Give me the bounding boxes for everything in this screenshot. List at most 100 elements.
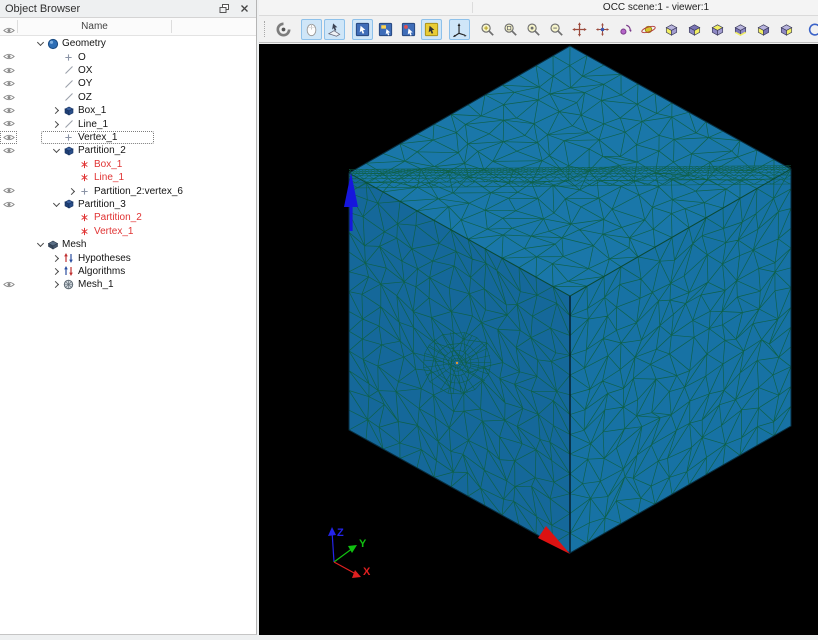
tree-item-label: Partition_3: [78, 198, 126, 211]
tree-row-mesh[interactable]: Mesh: [0, 238, 256, 251]
expander-closed-icon[interactable]: [66, 185, 78, 197]
line-icon: [62, 78, 75, 90]
rotate-counterclockwise-button[interactable]: [804, 19, 818, 40]
tree-item-label: OY: [78, 77, 92, 90]
mesh-icon: [62, 279, 75, 291]
tree-column-header: Name: [0, 18, 256, 36]
dump-view-button[interactable]: [273, 19, 294, 40]
expander-spacer: [50, 51, 62, 63]
tree-item-label: Mesh_1: [78, 278, 114, 291]
back-view-button[interactable]: [684, 19, 705, 40]
viewer-title-bar[interactable]: OCC scene:1 - viewer:1: [259, 0, 818, 16]
zoom-button[interactable]: [546, 19, 567, 40]
tree-row-hypotheses[interactable]: Hypotheses: [0, 251, 256, 264]
tree-row-partition-3[interactable]: Partition_3: [0, 198, 256, 211]
right-view-button[interactable]: [776, 19, 797, 40]
tree-indent: [18, 177, 66, 178]
expander-spacer: [66, 158, 78, 170]
box-icon: [62, 145, 75, 157]
front-view-button[interactable]: [661, 19, 682, 40]
expander-closed-icon[interactable]: [50, 279, 62, 291]
ref-icon: [78, 225, 91, 237]
tree-indent: [18, 258, 50, 259]
enable-preselection-button[interactable]: [352, 19, 373, 40]
dynamic-highlight-button[interactable]: [421, 19, 442, 40]
tree-row-line-1[interactable]: Line_1: [0, 117, 256, 130]
tree-row-o[interactable]: O: [0, 50, 256, 63]
expander-open-icon[interactable]: [50, 198, 62, 210]
tree-indent: [18, 97, 50, 98]
tree-indent: [18, 57, 50, 58]
left-view-button[interactable]: [753, 19, 774, 40]
top-view-button[interactable]: [707, 19, 728, 40]
line-icon: [62, 91, 75, 103]
bottom-view-button[interactable]: [730, 19, 751, 40]
name-column-header[interactable]: Name: [18, 21, 171, 32]
axis-z-label: Z: [337, 527, 344, 539]
axis-y-label: Y: [359, 538, 367, 550]
rotation-button[interactable]: [638, 19, 659, 40]
global-panning-button[interactable]: [592, 19, 613, 40]
standard-highlight-button[interactable]: [398, 19, 419, 40]
interaction-style-button[interactable]: [301, 19, 322, 40]
tree-item-label: Line_1: [78, 118, 108, 131]
tree-item-label: Vertex_1: [94, 225, 133, 238]
algo-icon: [62, 265, 75, 277]
enable-selection-button[interactable]: [375, 19, 396, 40]
axis-x-label: X: [363, 566, 371, 578]
tree-item-label: Hypotheses: [78, 252, 131, 265]
expander-spacer: [50, 64, 62, 76]
selection-style-button[interactable]: [324, 19, 345, 40]
tree-indent: [18, 70, 50, 71]
close-icon[interactable]: [238, 2, 251, 15]
tree-row-geometry[interactable]: Geometry: [0, 37, 256, 50]
rotate-at-point-button[interactable]: [615, 19, 636, 40]
object-browser-tree: GeometryOOXOYOZBox_1Line_1Vertex_1Partit…: [0, 37, 256, 634]
toolbar-grip[interactable]: [264, 21, 268, 37]
tree-row-line-1[interactable]: Line_1: [0, 171, 256, 184]
tree-row-oy[interactable]: OY: [0, 77, 256, 90]
expander-open-icon[interactable]: [34, 239, 46, 251]
refinement-vertex: [456, 362, 458, 364]
tree-row-vertex-1[interactable]: Vertex_1: [0, 131, 256, 144]
show-trihedron-button[interactable]: [449, 19, 470, 40]
scene-svg: Z Y X: [259, 44, 818, 635]
point-icon: [62, 51, 75, 63]
tree-indent: [18, 271, 50, 272]
tree-row-box-1[interactable]: Box_1: [0, 104, 256, 117]
tree-row-mesh-1[interactable]: Mesh_1: [0, 278, 256, 291]
float-window-icon[interactable]: [218, 2, 231, 15]
tree-row-ox[interactable]: OX: [0, 64, 256, 77]
expander-open-icon[interactable]: [50, 145, 62, 157]
expander-spacer: [66, 212, 78, 224]
fit-area-button[interactable]: [500, 19, 521, 40]
tree-item-label: Algorithms: [78, 265, 125, 278]
meshroot-icon: [46, 239, 59, 251]
object-browser-header: Object Browser: [0, 0, 256, 18]
tree-item-label: OX: [78, 64, 92, 77]
tree-indent: [18, 110, 50, 111]
point-icon: [78, 185, 91, 197]
expander-closed-icon[interactable]: [50, 105, 62, 117]
tree-row-vertex-1[interactable]: Vertex_1: [0, 225, 256, 238]
fit-selection-button[interactable]: [523, 19, 544, 40]
expander-closed-icon[interactable]: [50, 265, 62, 277]
expander-closed-icon[interactable]: [50, 252, 62, 264]
ref-icon: [78, 172, 91, 184]
tree-row-box-1[interactable]: Box_1: [0, 158, 256, 171]
geometry-icon: [46, 38, 59, 50]
tree-indent: [18, 244, 34, 245]
tree-row-algorithms[interactable]: Algorithms: [0, 265, 256, 278]
expander-closed-icon[interactable]: [50, 118, 62, 130]
tree-indent: [18, 284, 50, 285]
axes-trihedron: Z Y X: [328, 527, 371, 578]
panning-button[interactable]: [569, 19, 590, 40]
tree-row-oz[interactable]: OZ: [0, 91, 256, 104]
viewer-canvas[interactable]: Z Y X: [259, 44, 818, 635]
tree-row-partition-2-vertex-6[interactable]: Partition_2:vertex_6: [0, 184, 256, 197]
tree-row-partition-2[interactable]: Partition_2: [0, 211, 256, 224]
fit-all-button[interactable]: [477, 19, 498, 40]
tree-row-partition-2[interactable]: Partition_2: [0, 144, 256, 157]
expander-open-icon[interactable]: [34, 38, 46, 50]
tree-item-label: OZ: [78, 91, 92, 104]
